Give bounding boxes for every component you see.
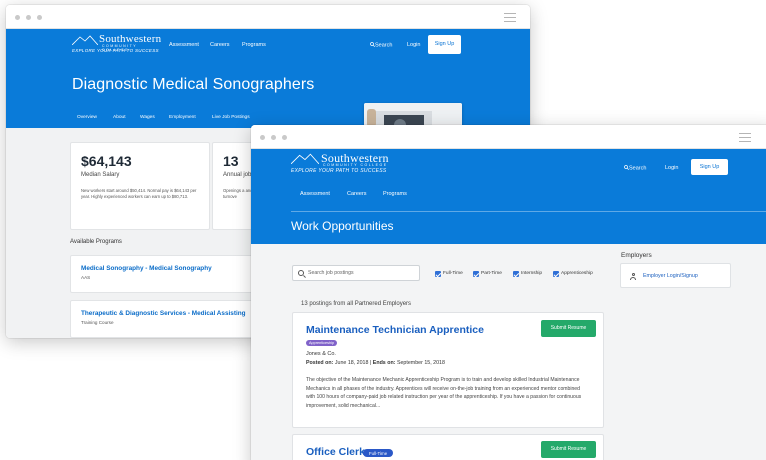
ends-label: Ends on: xyxy=(372,360,396,366)
job-card[interactable]: Office Clerk Full-Time Submit Resume xyxy=(292,434,604,460)
subnav-wages[interactable]: Wages xyxy=(140,115,155,120)
submit-resume-button[interactable]: Submit Resume xyxy=(541,441,596,458)
subnav-overview[interactable]: Overview xyxy=(77,115,97,120)
header-hero: Southwestern COMMUNITY COLLEGE EXPLORE Y… xyxy=(251,149,766,244)
job-title[interactable]: Maintenance Technician Apprentice xyxy=(306,324,484,336)
brand-subtitle: COMMUNITY COLLEGE xyxy=(323,163,388,167)
salary-card: $64,143 Median Salary New workers start … xyxy=(70,142,210,230)
date-separator: | xyxy=(369,360,372,366)
salary-value: $64,143 xyxy=(81,153,132,169)
program-title[interactable]: Medical Sonography - Medical Sonography xyxy=(81,265,212,272)
menu-icon[interactable] xyxy=(504,13,516,25)
annual-jobs-label: Annual job xyxy=(223,172,252,178)
employers-heading: Employers xyxy=(621,252,652,259)
search-icon xyxy=(298,270,304,276)
filter-part-time-checkbox[interactable] xyxy=(473,271,479,277)
filter-apprenticeship-checkbox[interactable] xyxy=(553,271,559,277)
filter-internship-checkbox[interactable] xyxy=(513,271,519,277)
page-title: Work Opportunities xyxy=(291,219,394,233)
available-programs-heading: Available Programs xyxy=(70,239,122,245)
window-dot xyxy=(37,15,42,20)
filter-full-time-label[interactable]: Full-Time xyxy=(443,271,463,276)
job-type-badge: Apprenticeship xyxy=(306,340,338,346)
employer-login-link[interactable]: Employer Login/Signup xyxy=(643,273,698,279)
nav-assessment[interactable]: Assessment xyxy=(169,42,199,48)
college-logo[interactable]: Southwestern COMMUNITY COLLEGE EXPLORE Y… xyxy=(291,151,391,177)
job-dates: Posted on: June 18, 2018 | Ends on: Sept… xyxy=(306,360,445,366)
subnav-live-job-postings[interactable]: Live Job Postings xyxy=(212,115,250,120)
job-company: Jones & Co. xyxy=(306,351,336,357)
annual-jobs-value: 13 xyxy=(223,153,239,169)
ends-date: September 15, 2018 xyxy=(396,360,445,366)
job-card[interactable]: Maintenance Technician Apprentice Appren… xyxy=(292,312,604,428)
program-title[interactable]: Therapeutic & Diagnostic Services - Medi… xyxy=(81,310,246,317)
program-card[interactable]: Therapeutic & Diagnostic Services - Medi… xyxy=(70,300,256,338)
window-dot xyxy=(282,135,287,140)
header-hero: Southwestern COMMUNITY COLLEGE EXPLORE Y… xyxy=(6,29,530,153)
nav-careers[interactable]: Careers xyxy=(347,191,367,197)
signup-button[interactable]: Sign Up xyxy=(428,35,461,54)
program-card[interactable]: Medical Sonography - Medical Sonography … xyxy=(70,255,256,293)
nav-careers[interactable]: Careers xyxy=(210,42,230,48)
submit-resume-button[interactable]: Submit Resume xyxy=(541,320,596,337)
salary-description: New workers start around $50,414. Normal… xyxy=(81,188,197,199)
browser-chrome xyxy=(6,5,530,29)
filter-full-time-checkbox[interactable] xyxy=(435,271,441,277)
nav-search[interactable]: Search xyxy=(370,42,392,49)
job-title[interactable]: Office Clerk xyxy=(306,446,365,458)
college-logo[interactable]: Southwestern COMMUNITY COLLEGE EXPLORE Y… xyxy=(72,33,162,55)
brand-tagline: EXPLORE YOUR PATH TO SUCCESS xyxy=(291,168,387,174)
window-dot xyxy=(15,15,20,20)
salary-label: Median Salary xyxy=(81,172,120,178)
filter-internship-label[interactable]: Internship xyxy=(521,271,542,276)
nav-login[interactable]: Login xyxy=(407,42,420,48)
posted-label: Posted on: xyxy=(306,360,334,366)
nav-programs[interactable]: Programs xyxy=(242,42,266,48)
page-title: Diagnostic Medical Sonographers xyxy=(72,76,315,93)
window-dot xyxy=(271,135,276,140)
brand-tagline: EXPLORE YOUR PATH TO SUCCESS xyxy=(72,48,159,53)
filter-part-time-label[interactable]: Part-Time xyxy=(481,271,502,276)
nav-login[interactable]: Login xyxy=(665,165,678,171)
search-input[interactable]: Search job postings xyxy=(292,265,420,281)
nav-assessment[interactable]: Assessment xyxy=(300,191,330,197)
search-placeholder: Search job postings xyxy=(308,270,354,276)
signup-button[interactable]: Sign Up xyxy=(691,159,728,175)
program-type: Training Course xyxy=(81,320,114,325)
nav-search-label: Search xyxy=(629,165,647,172)
mountain-logo-icon xyxy=(72,35,98,45)
window-dot xyxy=(260,135,265,140)
nav-search[interactable]: Search xyxy=(624,165,646,172)
menu-icon[interactable] xyxy=(739,133,751,145)
work-opportunities-window: Southwestern COMMUNITY COLLEGE EXPLORE Y… xyxy=(251,125,766,460)
job-description: The objective of the Maintenance Mechani… xyxy=(306,377,582,409)
browser-chrome xyxy=(251,125,766,149)
program-type: AAS xyxy=(81,275,91,280)
filter-apprenticeship-label[interactable]: Apprenticeship xyxy=(561,271,593,276)
nav-search-label: Search xyxy=(375,42,393,49)
subnav-employment[interactable]: Employment xyxy=(169,115,196,120)
person-icon xyxy=(630,273,636,280)
posted-date: June 18, 2018 xyxy=(334,360,369,366)
postings-count: 13 postings from all Partnered Employers xyxy=(301,301,412,307)
mountain-logo-icon xyxy=(291,153,319,164)
header-divider xyxy=(291,211,766,212)
nav-programs[interactable]: Programs xyxy=(383,191,407,197)
subnav-about[interactable]: About xyxy=(113,115,126,120)
window-dot xyxy=(26,15,31,20)
job-type-badge: Full-Time xyxy=(363,449,394,457)
employer-login-card[interactable]: Employer Login/Signup xyxy=(620,263,731,288)
